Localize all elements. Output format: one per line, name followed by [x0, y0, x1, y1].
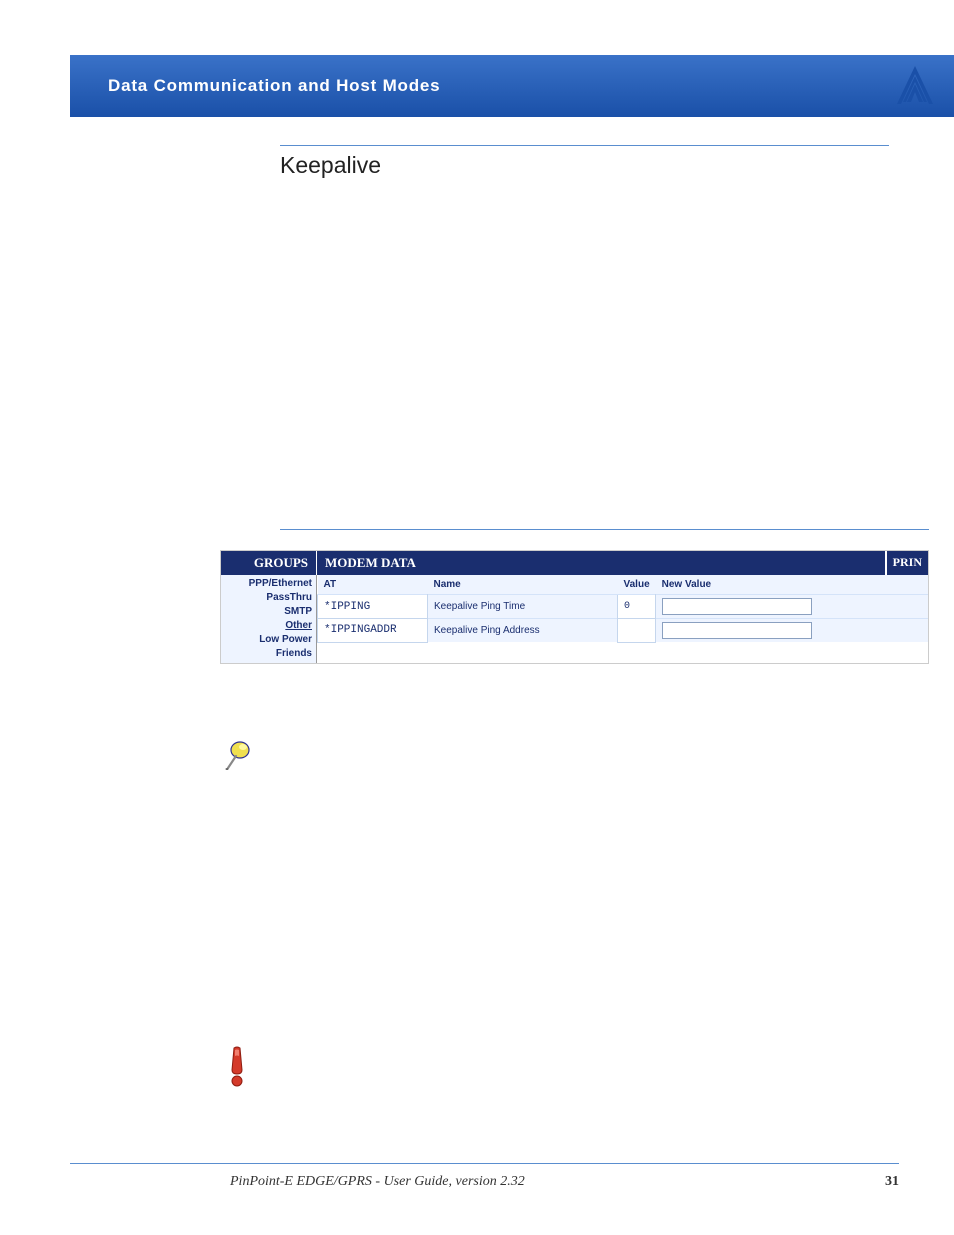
sidebar-item-lowpower[interactable]: Low Power: [223, 633, 312, 647]
config-screenshot: GROUPS MODEM DATA PRIN PPP/Ethernet Pass…: [220, 550, 929, 664]
sidebar-item-smtp[interactable]: SMTP: [223, 605, 312, 619]
col-at: AT: [318, 575, 428, 595]
groups-header: GROUPS: [221, 551, 317, 575]
sidebar-item-ppp[interactable]: PPP/Ethernet: [223, 577, 312, 591]
company-logo-icon: [891, 62, 939, 110]
pushpin-icon: [220, 734, 260, 774]
groups-sidebar: PPP/Ethernet PassThru SMTP Other Low Pow…: [221, 575, 317, 663]
modem-data-table: AT Name Value New Value *IPPING Keepaliv…: [317, 575, 928, 643]
page-number: 31: [885, 1174, 899, 1190]
new-value-input[interactable]: [662, 598, 812, 615]
new-value-input[interactable]: [662, 622, 812, 639]
sidebar-item-friends[interactable]: Friends: [223, 647, 312, 661]
param-name: Keepalive Ping Address: [428, 619, 618, 643]
section-title: Keepalive: [280, 152, 889, 179]
caution-block: [220, 1044, 929, 1088]
chapter-banner: Data Communication and Host Modes: [70, 55, 954, 117]
param-name: Keepalive Ping Time: [428, 595, 618, 619]
at-command: *IPPING: [318, 595, 428, 619]
col-value: Value: [618, 575, 656, 595]
col-newvalue: New Value: [656, 575, 928, 595]
exclamation-icon: [220, 1044, 254, 1088]
table-row: *IPPING Keepalive Ping Time 0: [318, 595, 929, 619]
param-value: [618, 619, 656, 643]
section-heading: Keepalive: [280, 145, 889, 179]
modem-data-header: MODEM DATA: [317, 551, 885, 575]
note-block: [220, 734, 929, 774]
sidebar-item-passthru[interactable]: PassThru: [223, 591, 312, 605]
sidebar-item-other[interactable]: Other: [223, 619, 312, 633]
table-row: *IPPINGADDR Keepalive Ping Address: [318, 619, 929, 643]
at-command: *IPPINGADDR: [318, 619, 428, 643]
divider: [280, 529, 929, 530]
param-value: 0: [618, 595, 656, 619]
col-name: Name: [428, 575, 618, 595]
banner-title: Data Communication and Host Modes: [108, 76, 440, 96]
page-footer: PinPoint-E EDGE/GPRS - User Guide, versi…: [70, 1163, 899, 1190]
print-button[interactable]: PRIN: [885, 551, 928, 575]
footer-text: PinPoint-E EDGE/GPRS - User Guide, versi…: [230, 1174, 525, 1190]
